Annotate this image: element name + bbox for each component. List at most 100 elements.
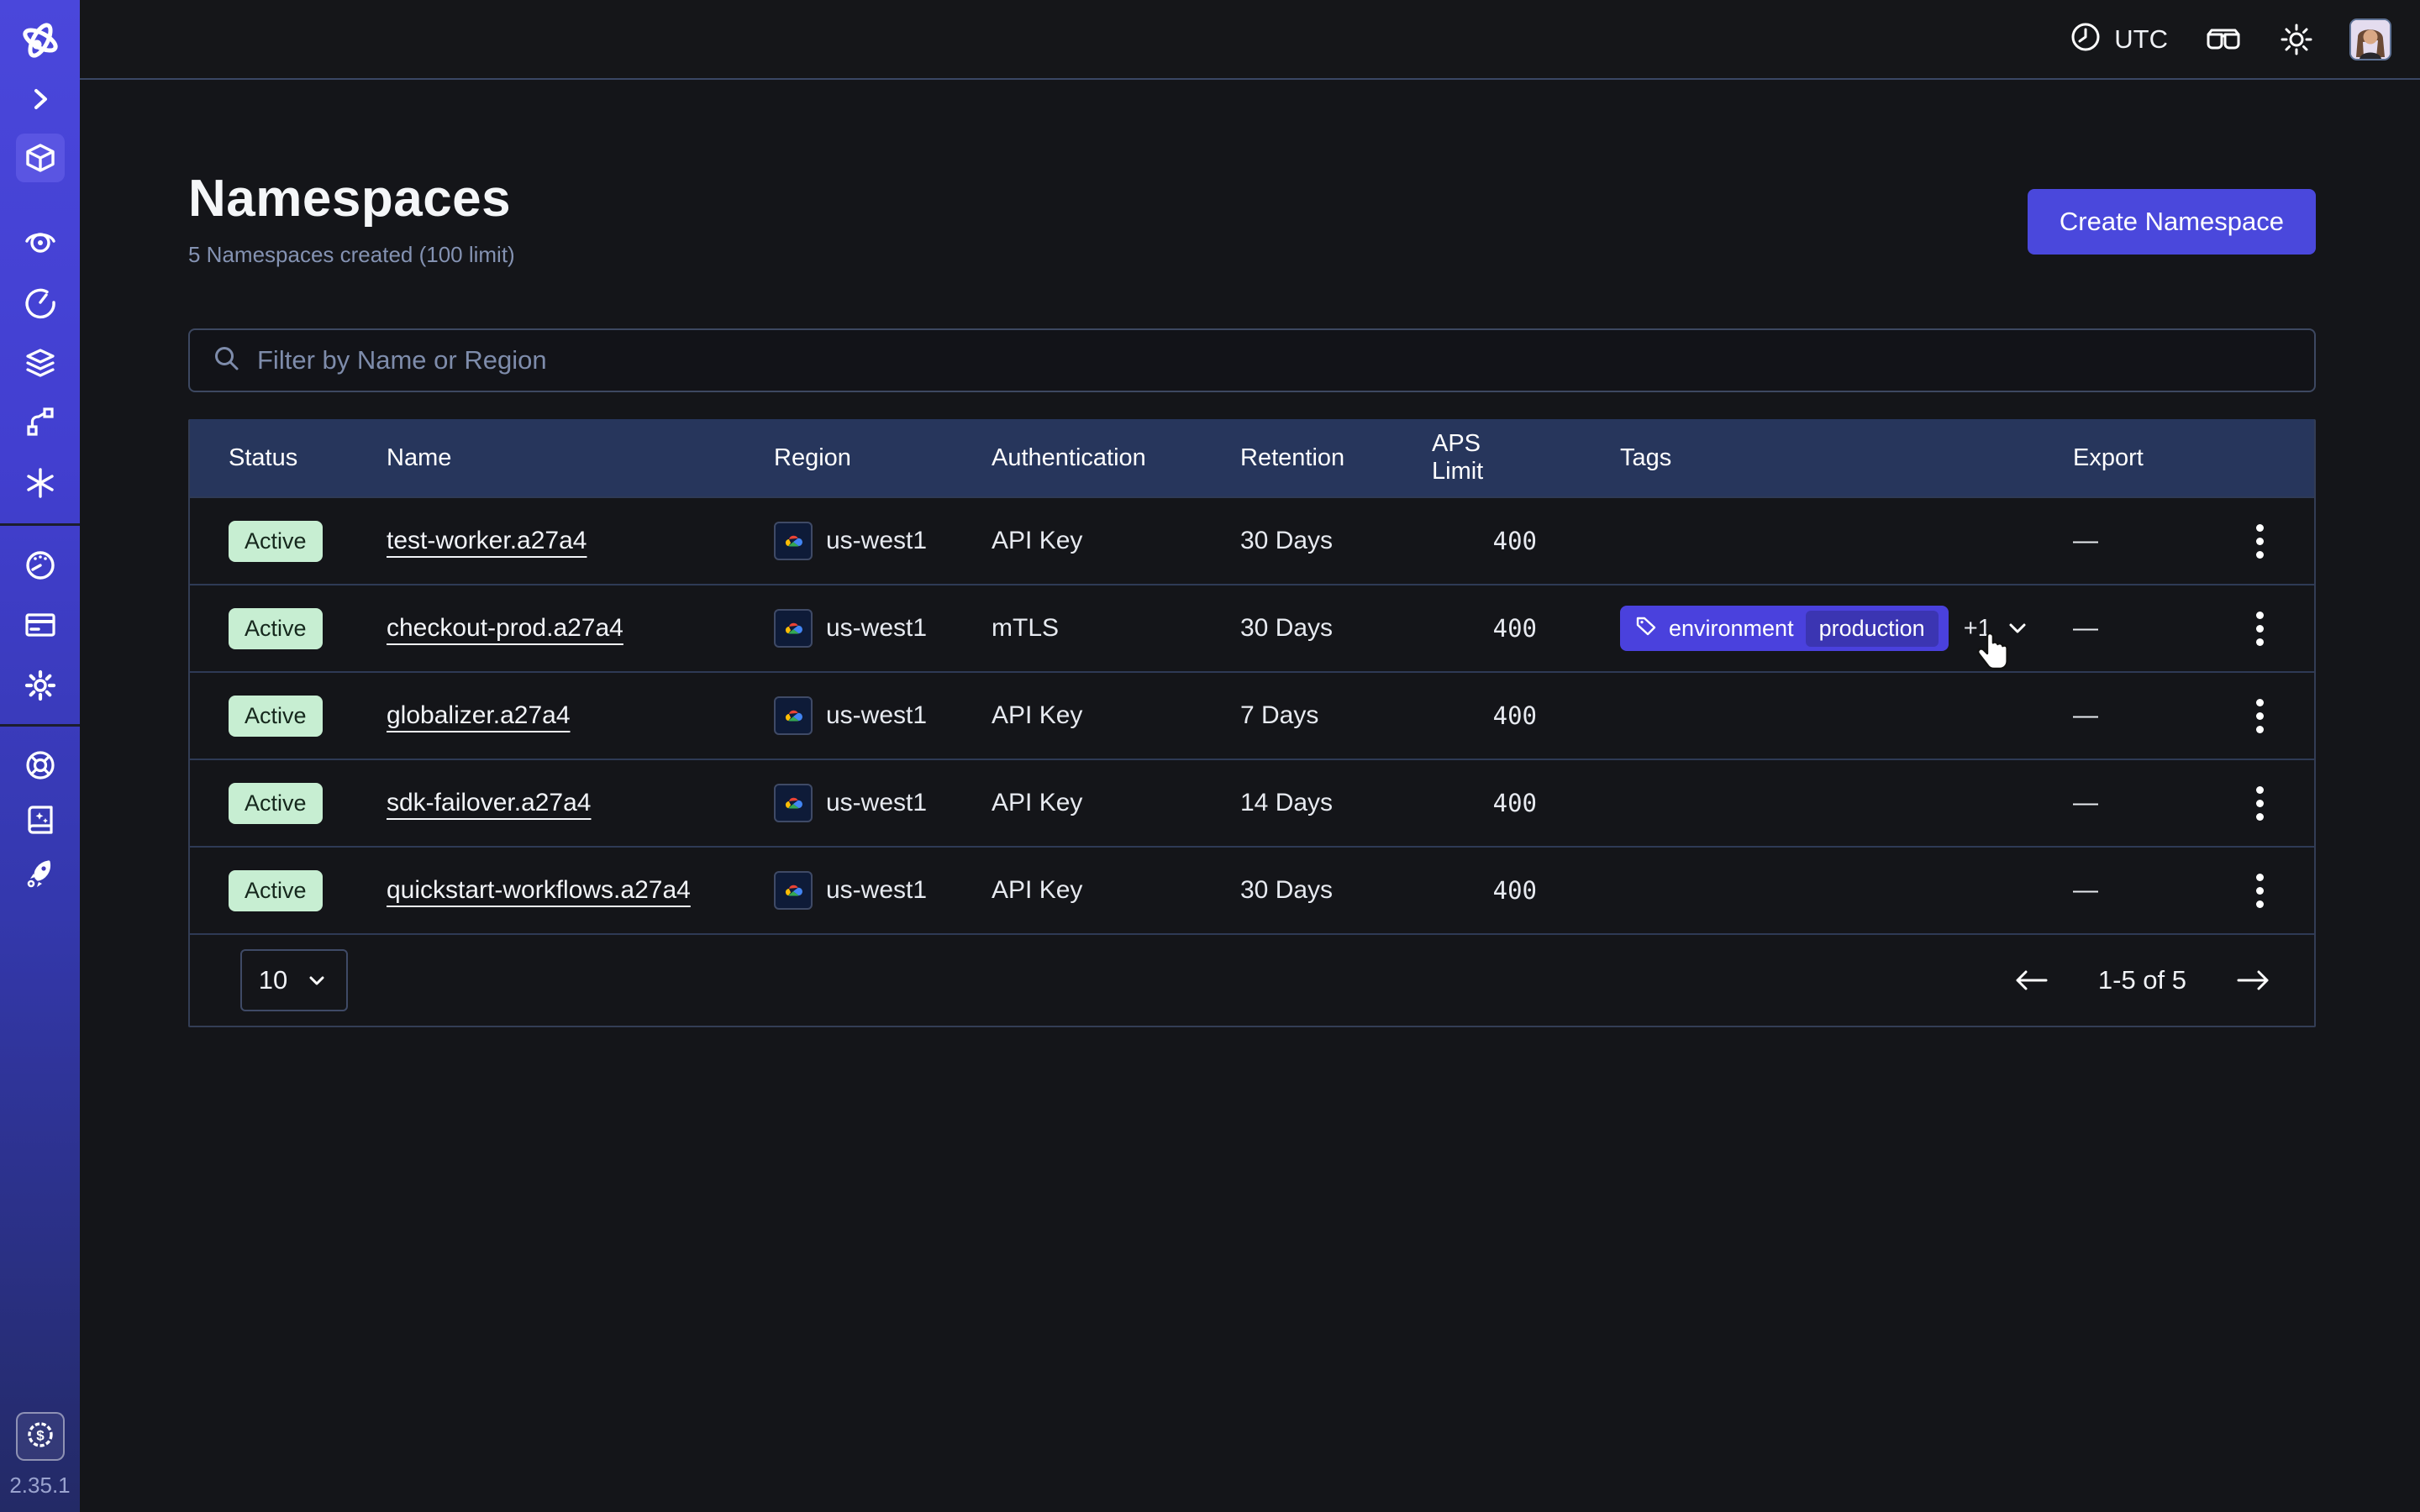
status-badge: Active (229, 608, 323, 649)
namespace-link[interactable]: test-worker.a27a4 (387, 527, 587, 555)
aps-limit: 400 (1432, 614, 1537, 643)
clock-icon (2069, 20, 2102, 58)
user-avatar[interactable] (2349, 18, 2391, 60)
gcp-cloud-icon (774, 609, 813, 648)
col-authentication[interactable]: Authentication (992, 444, 1240, 472)
chevron-down-icon (304, 968, 329, 993)
export-value: — (2073, 876, 2098, 905)
status-badge: Active (229, 696, 323, 737)
sidebar-divider (0, 523, 80, 526)
sidebar-item-timer-icon[interactable] (0, 284, 80, 321)
auth-method: API Key (992, 701, 1240, 730)
status-badge: Active (229, 783, 323, 824)
col-aps-limit[interactable]: APS Limit (1432, 430, 1537, 486)
sidebar-billing-seal-button[interactable]: $ (0, 1412, 80, 1461)
cube-icon (16, 134, 65, 182)
create-namespace-button[interactable]: Create Namespace (2028, 189, 2316, 255)
table-row: Active globalizer.a27a4 us-west1 API Key… (190, 671, 2314, 759)
tag-icon (1635, 615, 1657, 643)
retention: 30 Days (1240, 876, 1432, 905)
namespace-link[interactable]: globalizer.a27a4 (387, 701, 571, 730)
export-value: — (2073, 527, 2098, 555)
tags-expand-chevron-down-icon[interactable] (2003, 614, 2032, 643)
temporal-logo[interactable] (0, 20, 80, 60)
tag-key: environment (1669, 616, 1794, 642)
page-header: Namespaces 5 Namespaces created (100 lim… (188, 169, 2316, 268)
row-menu-kebab-icon[interactable] (2248, 603, 2272, 654)
aps-limit: 400 (1432, 789, 1537, 817)
sidebar-divider (0, 724, 80, 727)
table-header-row: Status Name Region Authentication Retent… (190, 419, 2314, 496)
gcp-cloud-icon (774, 784, 813, 822)
sidebar-item-billing-credit-card-icon[interactable] (0, 606, 80, 643)
sidebar-item-settings-gear-icon[interactable] (0, 667, 80, 704)
previous-page-arrow-left-icon[interactable] (2012, 966, 2049, 995)
aps-limit: 400 (1432, 701, 1537, 730)
col-retention[interactable]: Retention (1240, 444, 1432, 472)
retention: 7 Days (1240, 701, 1432, 730)
page-size-select[interactable]: 10 (240, 949, 348, 1011)
region-label: us-west1 (826, 614, 927, 643)
auth-method: mTLS (992, 614, 1240, 643)
sidebar-item-asterisk-icon[interactable] (0, 465, 80, 501)
filter-input[interactable] (257, 345, 2292, 375)
namespace-link[interactable]: sdk-failover.a27a4 (387, 789, 592, 817)
row-menu-kebab-icon[interactable] (2248, 865, 2272, 916)
sidebar-item-docs-book-icon[interactable] (0, 801, 80, 838)
region-label: us-west1 (826, 876, 927, 905)
sidebar-item-support-life-buoy-icon[interactable] (0, 747, 80, 784)
row-menu-kebab-icon[interactable] (2248, 690, 2272, 742)
sidebar-item-getting-started-rocket-icon[interactable] (0, 855, 80, 892)
sidebar-expand-chevron-right-icon[interactable] (0, 82, 80, 116)
export-value: — (2073, 701, 2098, 730)
sidebar-item-usage-gauge-icon[interactable] (0, 547, 80, 584)
col-region[interactable]: Region (774, 444, 992, 472)
table-row: Active checkout-prod.a27a4 us-west1 mTLS… (190, 584, 2314, 671)
namespace-link[interactable]: quickstart-workflows.a27a4 (387, 876, 691, 905)
col-name[interactable]: Name (387, 444, 774, 472)
row-menu-kebab-icon[interactable] (2248, 516, 2272, 567)
row-menu-kebab-icon[interactable] (2248, 778, 2272, 829)
pagination: 1-5 of 5 (2012, 965, 2272, 995)
sidebar-item-namespaces[interactable] (0, 134, 80, 182)
app-version: 2.35.1 (0, 1473, 80, 1499)
auth-method: API Key (992, 876, 1240, 905)
main-content: Namespaces 5 Namespaces created (100 lim… (80, 81, 2420, 1512)
tag-chip[interactable]: environment production (1620, 606, 1949, 651)
table-row: Active quickstart-workflows.a27a4 us-wes… (190, 846, 2314, 933)
gcp-cloud-icon (774, 696, 813, 735)
page-title: Namespaces (188, 169, 515, 228)
status-badge: Active (229, 521, 323, 562)
export-value: — (2073, 614, 2098, 643)
col-export[interactable]: Export (2073, 444, 2289, 472)
export-value: — (2073, 789, 2098, 817)
namespace-link[interactable]: checkout-prod.a27a4 (387, 614, 623, 643)
reader-glasses-icon[interactable] (2203, 23, 2244, 56)
namespaces-table: Status Name Region Authentication Retent… (188, 419, 2316, 1027)
table-row: Active sdk-failover.a27a4 us-west1 API K… (190, 759, 2314, 846)
sidebar-item-spiral-eye-icon[interactable] (0, 223, 80, 260)
filter-bar (188, 328, 2316, 392)
search-icon (212, 344, 242, 378)
sidebar-item-layers-icon[interactable] (0, 344, 80, 381)
pagination-range: 1-5 of 5 (2098, 965, 2186, 995)
next-page-arrow-right-icon[interactable] (2235, 966, 2272, 995)
retention: 30 Days (1240, 614, 1432, 643)
region-label: us-west1 (826, 527, 927, 555)
status-badge: Active (229, 870, 323, 911)
sidebar: $ 2.35.1 (0, 0, 80, 1512)
gcp-cloud-icon (774, 871, 813, 910)
gcp-cloud-icon (774, 522, 813, 560)
timezone-selector[interactable]: UTC (2069, 20, 2168, 58)
table-row: Active test-worker.a27a4 us-west1 API Ke… (190, 496, 2314, 584)
col-status[interactable]: Status (229, 444, 387, 472)
tags-cell: environment production +1 (1537, 606, 2073, 651)
page-size-value: 10 (259, 965, 287, 995)
col-tags[interactable]: Tags (1537, 444, 2073, 472)
theme-toggle-sun-icon[interactable] (2279, 22, 2314, 57)
dollar-seal-icon: $ (24, 1418, 57, 1456)
sidebar-item-branch-icon[interactable] (0, 403, 80, 440)
timezone-label: UTC (2114, 24, 2168, 55)
svg-text:$: $ (36, 1427, 45, 1443)
retention: 14 Days (1240, 789, 1432, 817)
